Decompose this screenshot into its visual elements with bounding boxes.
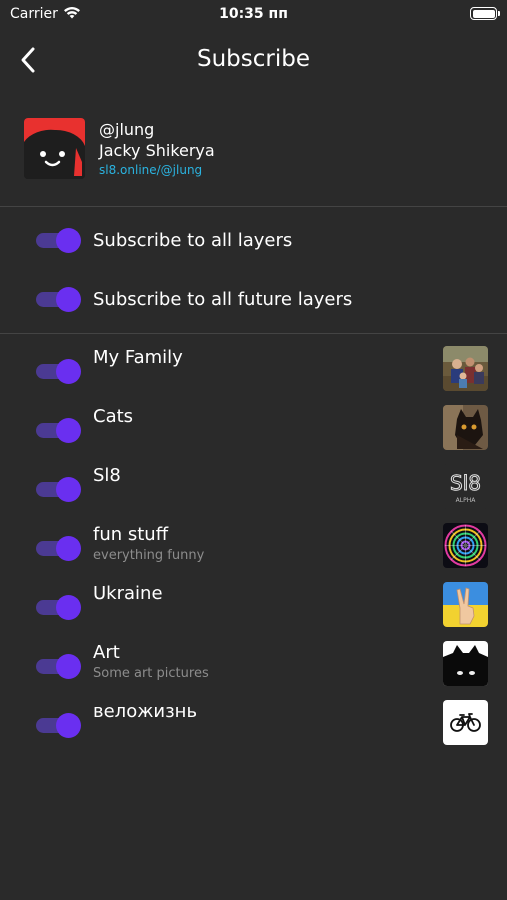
layer-toggle[interactable] [36, 595, 81, 620]
layer-subtitle: everything funny [93, 548, 205, 563]
subscribe-future-layers-label: Subscribe to all future layers [93, 289, 353, 310]
profile-name: Jacky Shikerya [99, 141, 215, 160]
list-item: Art Some art pictures [0, 641, 507, 699]
svg-text:Sl8: Sl8 [450, 471, 481, 495]
svg-text:ALPHA: ALPHA [456, 497, 477, 504]
sl8-logo: Sl8 ALPHA [443, 464, 488, 509]
layer-title: Cats [93, 406, 134, 427]
layer-title: Sl8 [93, 465, 121, 486]
layer-thumbnail [443, 405, 488, 450]
list-item: Ukraine [0, 582, 507, 640]
layer-thumbnail [443, 641, 488, 686]
list-item: Sl8 Sl8 ALPHA [0, 464, 507, 522]
battery-icon [470, 7, 500, 20]
layer-title: Art [93, 642, 120, 663]
layer-title: Ukraine [93, 583, 163, 604]
subscribe-all-layers-toggle[interactable] [36, 228, 81, 253]
layer-title: веложизнь [93, 701, 198, 722]
subscribe-future-layers-toggle[interactable] [36, 287, 81, 312]
page-title: Subscribe [196, 46, 310, 72]
layer-thumbnail [443, 582, 488, 627]
list-item: Cats [0, 405, 507, 463]
layer-toggle[interactable] [36, 654, 81, 679]
layer-subtitle: Some art pictures [93, 666, 209, 681]
avatar [24, 118, 85, 179]
layer-title: My Family [93, 347, 183, 368]
layer-thumbnail [443, 346, 488, 391]
layer-thumbnail [443, 523, 488, 568]
profile-link[interactable]: sl8.online/@jlung [99, 163, 202, 177]
divider [0, 206, 507, 207]
layer-toggle[interactable] [36, 713, 81, 738]
bicycle-icon [443, 700, 488, 745]
layer-toggle[interactable] [36, 477, 81, 502]
list-item: веложизнь [0, 700, 507, 758]
nav-bar: Subscribe [0, 36, 507, 84]
layer-toggle[interactable] [36, 536, 81, 561]
layer-toggle[interactable] [36, 418, 81, 443]
divider [0, 333, 507, 334]
subscribe-all-layers-label: Subscribe to all layers [93, 230, 293, 251]
profile-handle: @jlung [99, 120, 155, 139]
list-item: fun stuff everything funny [0, 523, 507, 581]
status-bar: Carrier 10:35 пп [0, 0, 507, 28]
list-item: My Family [0, 346, 507, 404]
layer-toggle[interactable] [36, 359, 81, 384]
profile-header: @jlung Jacky Shikerya sl8.online/@jlung [24, 116, 484, 180]
status-time: 10:35 пп [219, 6, 288, 22]
layer-title: fun stuff [93, 524, 169, 545]
